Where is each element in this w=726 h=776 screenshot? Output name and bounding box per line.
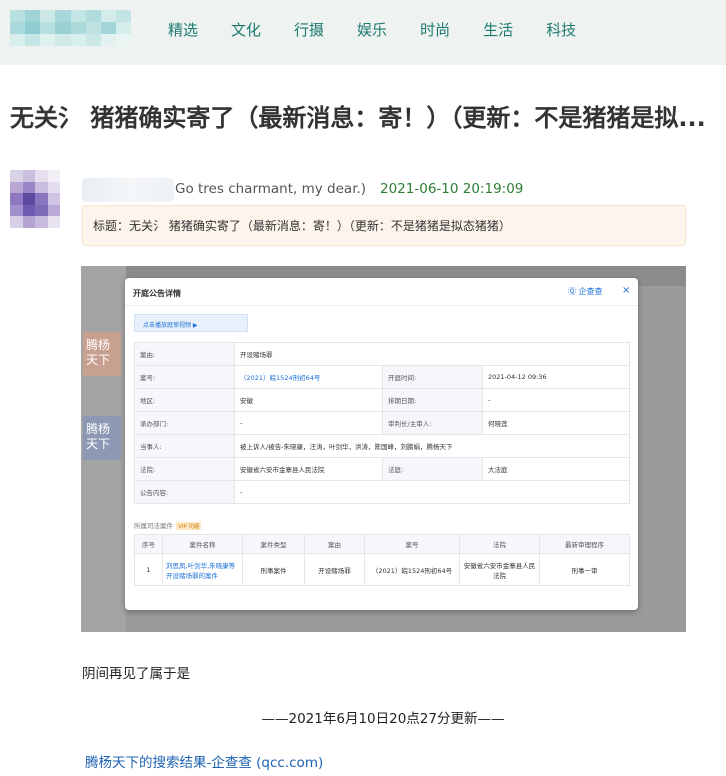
case-name-link[interactable]: 刘思凤,叶剑华,朱晓康等开设赌场罪的案件 <box>162 553 243 586</box>
table-row: 当事人: 被上诉人/被告-朱晓康，汪涛，叶剑华，洪涛，陈国峰，刘鹏娟，腾杨天下 <box>134 434 630 458</box>
avatar[interactable] <box>10 170 60 228</box>
table-cell: 1 <box>134 553 163 586</box>
field-label: 地区: <box>134 388 235 412</box>
field-value: 大法庭 <box>482 457 630 481</box>
table-row: 案由: 开设赌场罪 <box>134 342 630 366</box>
brand-logo: Ⓠ 企查查 <box>568 286 603 297</box>
reference-link[interactable]: 腾杨天下的搜索结果-企查查 (qcc.com) <box>85 751 323 771</box>
nav-item-fashion[interactable]: 时尚 <box>420 19 450 40</box>
column-header: 案号 <box>364 534 460 554</box>
screenshot-company-tag: 腾杨天下 <box>83 332 121 376</box>
field-label: 排期日期: <box>382 388 483 412</box>
field-label: 案由: <box>134 342 235 366</box>
field-label: 当事人: <box>134 434 235 458</box>
field-label: 承办部门: <box>134 411 235 435</box>
related-label-text: 所属司法案件 <box>134 522 173 530</box>
table-cell: 刑事案件 <box>242 553 305 586</box>
play-video-button[interactable]: 点击播放庭审视频 ▶ <box>134 314 248 332</box>
table-row: 案号: （2021）皖1524刑初64号 开庭时间: 2021-04-12 09… <box>134 365 630 389</box>
close-icon[interactable]: × <box>622 285 630 296</box>
top-navbar: 精选 文化 行摄 娱乐 时尚 生活 科技 <box>0 0 726 65</box>
table-row: 1 刘思凤,叶剑华,朱晓康等开设赌场罪的案件 刑事案件 开设赌场罪 （2021）… <box>134 553 630 586</box>
site-logo[interactable] <box>10 10 131 46</box>
table-cell: 刑事一审 <box>539 553 630 586</box>
column-header: 案件名称 <box>162 534 243 554</box>
post-title: 无关氵 猪猪确实寄了（最新消息：寄！）（更新：不是猪猪是拟... <box>10 104 706 132</box>
field-value: 开设赌场罪 <box>234 342 630 366</box>
table-cell: 安徽省六安市金寨县人民法院 <box>459 553 540 586</box>
field-value: 被上诉人/被告-朱晓康，汪涛，叶剑华，洪涛，陈国峰，刘鹏娟，腾杨天下 <box>234 434 630 458</box>
case-number-link[interactable]: （2021）皖1524刑初64号 <box>234 365 383 389</box>
update-divider: ——2021年6月10日20点27分更新—— <box>261 711 505 727</box>
field-value: 何晓莲 <box>482 411 630 435</box>
field-value: - <box>234 480 630 504</box>
field-label: 法庭: <box>382 457 483 481</box>
author-signature: Go tres charmant, my dear.) <box>175 181 367 197</box>
brand-label: 企查查 <box>578 287 603 296</box>
dialog-title: 开庭公告详情 <box>133 289 181 298</box>
field-label: 开庭时间: <box>382 365 483 389</box>
post-time: 2021-06-10 20:19:09 <box>380 181 524 197</box>
court-notice-dialog: 开庭公告详情 Ⓠ 企查查 × 点击播放庭审视频 ▶ 案由: 开设赌场罪 案号: … <box>125 278 638 610</box>
column-header: 最新审理程序 <box>539 534 630 554</box>
field-label: 案号: <box>134 365 235 389</box>
table-row: 地区: 安徽 排期日期: - <box>134 388 630 412</box>
field-label: 法院: <box>134 457 235 481</box>
brand-icon: Ⓠ <box>568 287 576 296</box>
screenshot-company-tag: 腾杨天下 <box>83 416 121 460</box>
related-cases-table: 序号 案件名称 案件类型 案由 案号 法院 最新审理程序 1 刘思凤,叶剑华,朱… <box>134 534 630 586</box>
nav-item-life[interactable]: 生活 <box>483 19 513 40</box>
nav-item-featured[interactable]: 精选 <box>168 19 198 40</box>
related-cases-label: 所属司法案件 VIP 功能 <box>134 520 202 530</box>
nav-item-tech[interactable]: 科技 <box>546 19 576 40</box>
table-header-row: 序号 案件名称 案件类型 案由 案号 法院 最新审理程序 <box>134 534 630 554</box>
column-header: 法院 <box>459 534 540 554</box>
title-notice: 标题：无关氵 猪猪确实寄了（最新消息：寄！）（更新：不是猪猪是拟态猪猪） <box>82 205 686 246</box>
field-value: - <box>482 388 630 412</box>
field-value: 2021-04-12 09:36 <box>482 365 630 389</box>
nav-item-culture[interactable]: 文化 <box>231 19 261 40</box>
table-cell: 开设赌场罪 <box>304 553 365 586</box>
field-value: 安徽 <box>234 388 383 412</box>
table-cell: （2021）皖1524刑初64号 <box>364 553 460 586</box>
main-nav: 精选 文化 行摄 娱乐 时尚 生活 科技 <box>168 19 609 40</box>
notice-detail-table: 案由: 开设赌场罪 案号: （2021）皖1524刑初64号 开庭时间: 202… <box>134 342 630 504</box>
field-value: - <box>234 411 383 435</box>
column-header: 案由 <box>304 534 365 554</box>
table-row: 承办部门: - 审判长/主审人: 何晓莲 <box>134 411 630 435</box>
embedded-screenshot[interactable]: 腾杨天下 腾杨天下 开庭公告详情 Ⓠ 企查查 × 点击播放庭审视频 ▶ 案由: … <box>81 266 686 632</box>
table-row: 公告内容: - <box>134 480 630 504</box>
column-header: 案件类型 <box>242 534 305 554</box>
field-value: 安徽省六安市金寨县人民法院 <box>234 457 383 481</box>
field-label: 审判长/主审人: <box>382 411 483 435</box>
dialog-header: 开庭公告详情 Ⓠ 企查查 × <box>125 278 638 306</box>
column-header: 序号 <box>134 534 163 554</box>
nav-item-travel[interactable]: 行摄 <box>294 19 324 40</box>
author-name-blurred <box>82 178 174 202</box>
post-paragraph: 阴间再见了属于是 <box>82 666 190 682</box>
table-row: 法院: 安徽省六安市金寨县人民法院 法庭: 大法庭 <box>134 457 630 481</box>
field-label: 公告内容: <box>134 480 235 504</box>
vip-badge: VIP 功能 <box>176 522 202 530</box>
nav-item-entertainment[interactable]: 娱乐 <box>357 19 387 40</box>
